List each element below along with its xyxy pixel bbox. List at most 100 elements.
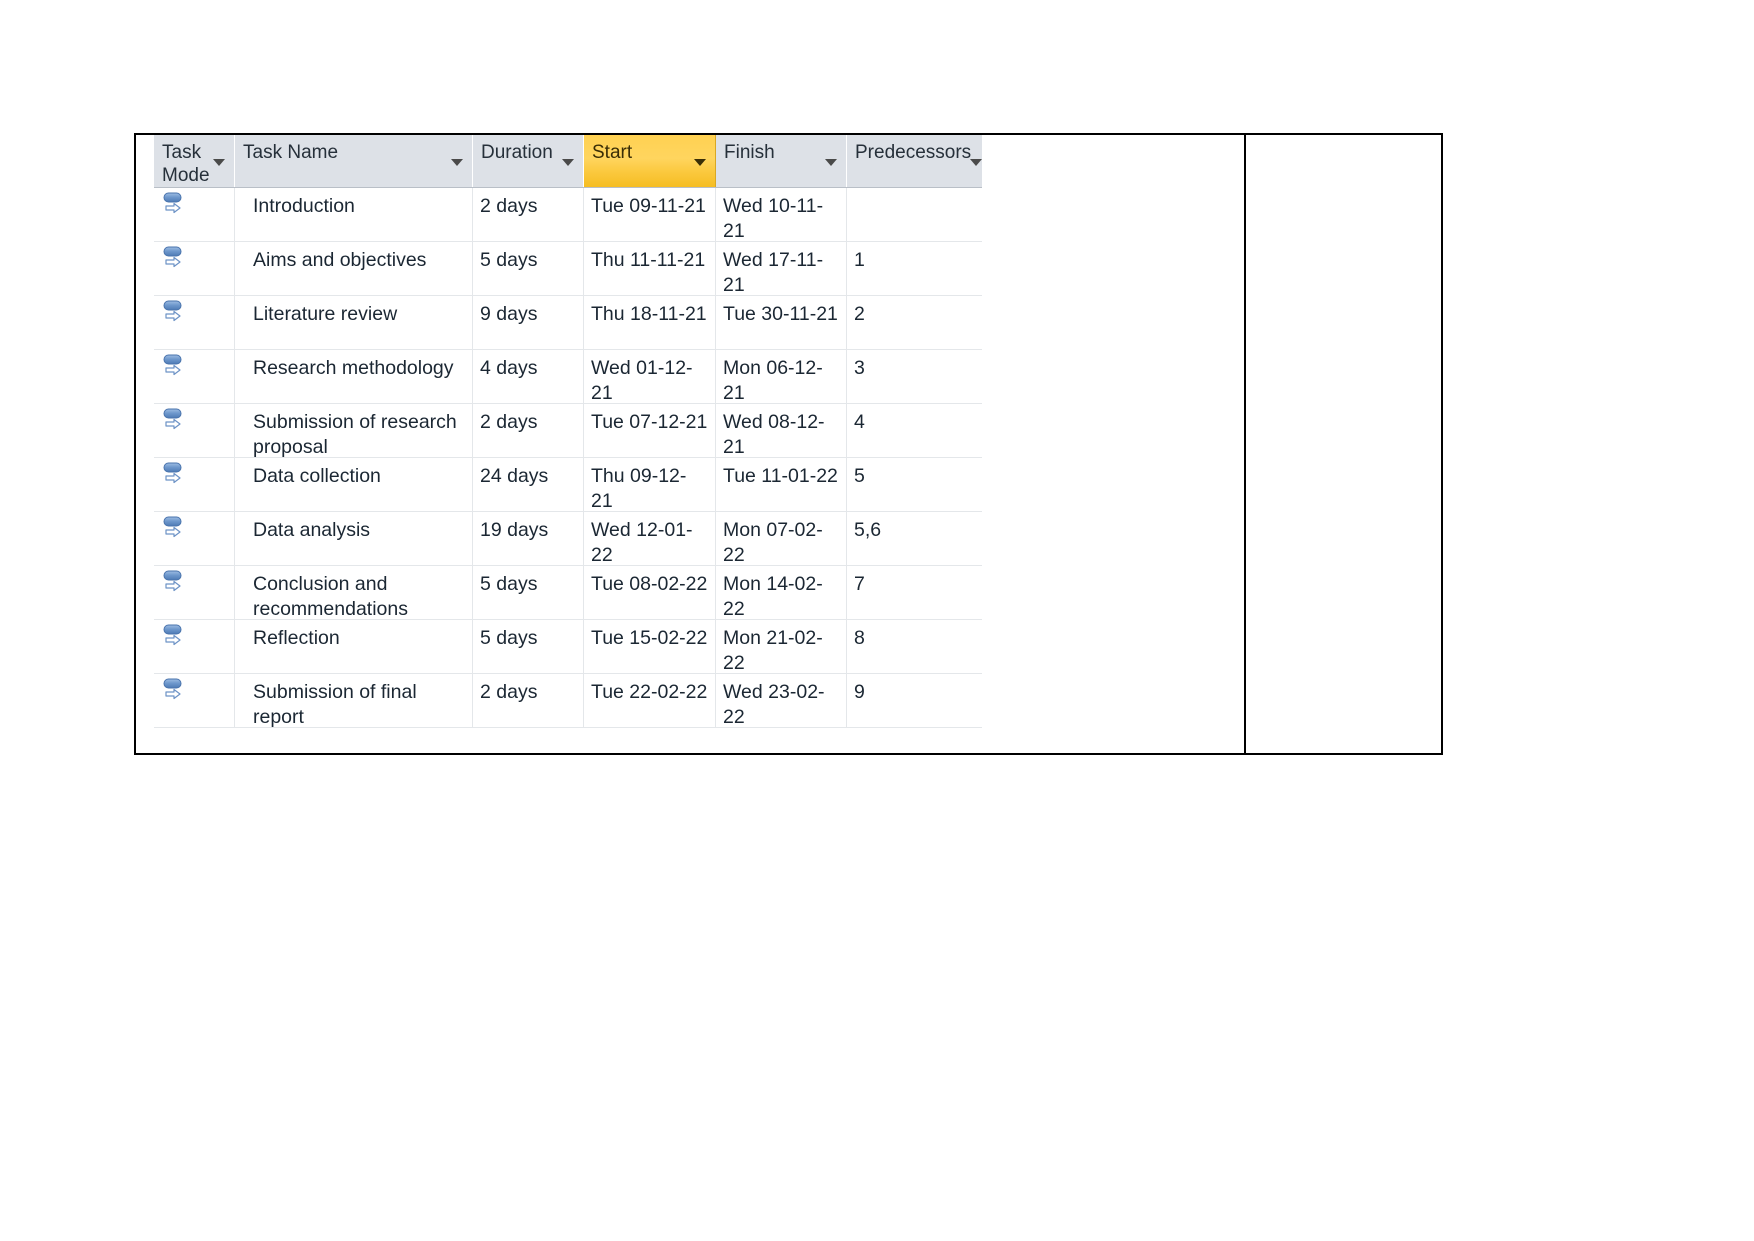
task-row[interactable]: Submission of research proposal 2 days Tue… [154,404,982,458]
document-outer-table: Task Mode Task Name Duration Start Finis… [134,133,1443,755]
chevron-down-icon[interactable] [451,159,463,166]
finish-date-cell[interactable]: Wed 10-11-21 [716,188,847,241]
column-header-task-name-label: Task Name [243,142,339,163]
task-name-cell[interactable]: Research methodology [235,350,473,403]
project-grid-clip: Task Mode Task Name Duration Start Finis… [145,135,982,735]
finish-date-cell[interactable]: Wed 23-02-22 [716,674,847,727]
column-header-predecessors-label: Predecessors [855,142,972,163]
task-name-cell[interactable]: Conclusion and recommendations [235,566,473,619]
duration-cell[interactable]: 2 days [473,188,584,241]
predecessors-cell[interactable]: 8 [847,620,982,673]
column-header-duration[interactable]: Duration [473,135,584,187]
task-row[interactable]: Submission of final report 2 days Tue 22-0… [154,674,982,728]
predecessors-cell[interactable]: 1 [847,242,982,295]
predecessors-cell[interactable]: 5 [847,458,982,511]
column-header-finish[interactable]: Finish [716,135,847,187]
auto-scheduled-icon [162,569,188,599]
predecessors-cell[interactable]: 4 [847,404,982,457]
start-date-cell[interactable]: Wed 01-12-21 [584,350,716,403]
column-header-finish-label: Finish [724,142,775,163]
finish-date-cell[interactable]: Wed 08-12-21 [716,404,847,457]
task-row[interactable]: Introduction 2 days Tue 09-11-21 Wed 10-11-… [154,188,982,242]
task-mode-cell[interactable] [154,404,235,457]
task-name-cell[interactable]: Submission of final report [235,674,473,727]
duration-cell[interactable]: 24 days [473,458,584,511]
auto-scheduled-icon [162,461,188,491]
task-mode-cell[interactable] [154,350,235,403]
task-row[interactable]: Aims and objectives 5 days Thu 11-11-21 Wed… [154,242,982,296]
finish-date-cell[interactable]: Mon 21-02-22 [716,620,847,673]
task-mode-cell[interactable] [154,566,235,619]
task-name-cell[interactable]: Data analysis [235,512,473,565]
project-task-grid[interactable]: Task Mode Task Name Duration Start Finis… [154,135,982,728]
task-row[interactable]: Reflection 5 days Tue 15-02-22 Mon 21-02-22… [154,620,982,674]
start-date-cell[interactable]: Tue 15-02-22 [584,620,716,673]
finish-date-cell[interactable]: Tue 30-11-21 [716,296,847,349]
predecessors-cell[interactable]: 7 [847,566,982,619]
predecessors-cell[interactable]: 5,6 [847,512,982,565]
chevron-down-icon[interactable] [825,159,837,166]
start-date-cell[interactable]: Thu 11-11-21 [584,242,716,295]
predecessors-cell[interactable]: 2 [847,296,982,349]
task-row[interactable]: Data collection 24 days Thu 09-12-21 Tue 11… [154,458,982,512]
auto-scheduled-icon [162,623,188,653]
start-date-cell[interactable]: Tue 08-02-22 [584,566,716,619]
auto-scheduled-icon [162,299,188,329]
task-name-cell[interactable]: Introduction [235,188,473,241]
grid-body: Introduction 2 days Tue 09-11-21 Wed 10-11-… [154,188,982,728]
duration-cell[interactable]: 9 days [473,296,584,349]
finish-date-cell[interactable]: Wed 17-11-21 [716,242,847,295]
column-header-start-label: Start [592,142,633,163]
start-date-cell[interactable]: Wed 12-01-22 [584,512,716,565]
task-mode-cell[interactable] [154,620,235,673]
column-header-task-mode[interactable]: Task Mode [154,135,235,187]
finish-date-cell[interactable]: Mon 14-02-22 [716,566,847,619]
auto-scheduled-icon [162,407,188,437]
task-name-cell[interactable]: Data collection [235,458,473,511]
chevron-down-icon[interactable] [970,159,982,166]
start-date-cell[interactable]: Tue 09-11-21 [584,188,716,241]
finish-date-cell[interactable]: Tue 11-01-22 [716,458,847,511]
start-date-cell[interactable]: Tue 07-12-21 [584,404,716,457]
start-date-cell[interactable]: Thu 09-12-21 [584,458,716,511]
document-cell-left: Task Mode Task Name Duration Start Finis… [136,135,1246,753]
predecessors-cell[interactable]: 3 [847,350,982,403]
column-header-start[interactable]: Start [584,135,716,187]
duration-cell[interactable]: 5 days [473,566,584,619]
finish-date-cell[interactable]: Mon 07-02-22 [716,512,847,565]
task-mode-cell[interactable] [154,188,235,241]
duration-cell[interactable]: 2 days [473,674,584,727]
task-row[interactable]: Conclusion and recommendations 5 days Tue … [154,566,982,620]
duration-cell[interactable]: 2 days [473,404,584,457]
start-date-cell[interactable]: Tue 22-02-22 [584,674,716,727]
column-header-task-name[interactable]: Task Name [235,135,473,187]
duration-cell[interactable]: 5 days [473,620,584,673]
predecessors-cell[interactable] [847,188,982,241]
duration-cell[interactable]: 19 days [473,512,584,565]
chevron-down-icon[interactable] [213,159,225,166]
task-row[interactable]: Research methodology 4 days Wed 01-12-21 Mo… [154,350,982,404]
task-name-cell[interactable]: Submission of research proposal [235,404,473,457]
duration-cell[interactable]: 5 days [473,242,584,295]
task-row[interactable]: Literature review 9 days Thu 18-11-21 Tue 3… [154,296,982,350]
start-date-cell[interactable]: Thu 18-11-21 [584,296,716,349]
task-mode-cell[interactable] [154,674,235,727]
task-mode-cell[interactable] [154,242,235,295]
finish-date-cell[interactable]: Mon 06-12-21 [716,350,847,403]
task-mode-cell[interactable] [154,296,235,349]
column-header-predecessors[interactable]: Predecessors [847,135,982,187]
task-name-cell[interactable]: Literature review [235,296,473,349]
predecessors-cell[interactable]: 9 [847,674,982,727]
task-row[interactable]: Data analysis 19 days Wed 12-01-22 Mon 07-0… [154,512,982,566]
auto-scheduled-icon [162,245,188,275]
task-mode-cell[interactable] [154,458,235,511]
duration-cell[interactable]: 4 days [473,350,584,403]
column-header-duration-label: Duration [481,142,553,163]
auto-scheduled-icon [162,515,188,545]
task-name-cell[interactable]: Reflection [235,620,473,673]
auto-scheduled-icon [162,677,188,707]
task-mode-cell[interactable] [154,512,235,565]
chevron-down-icon[interactable] [694,159,706,166]
chevron-down-icon[interactable] [562,159,574,166]
task-name-cell[interactable]: Aims and objectives [235,242,473,295]
